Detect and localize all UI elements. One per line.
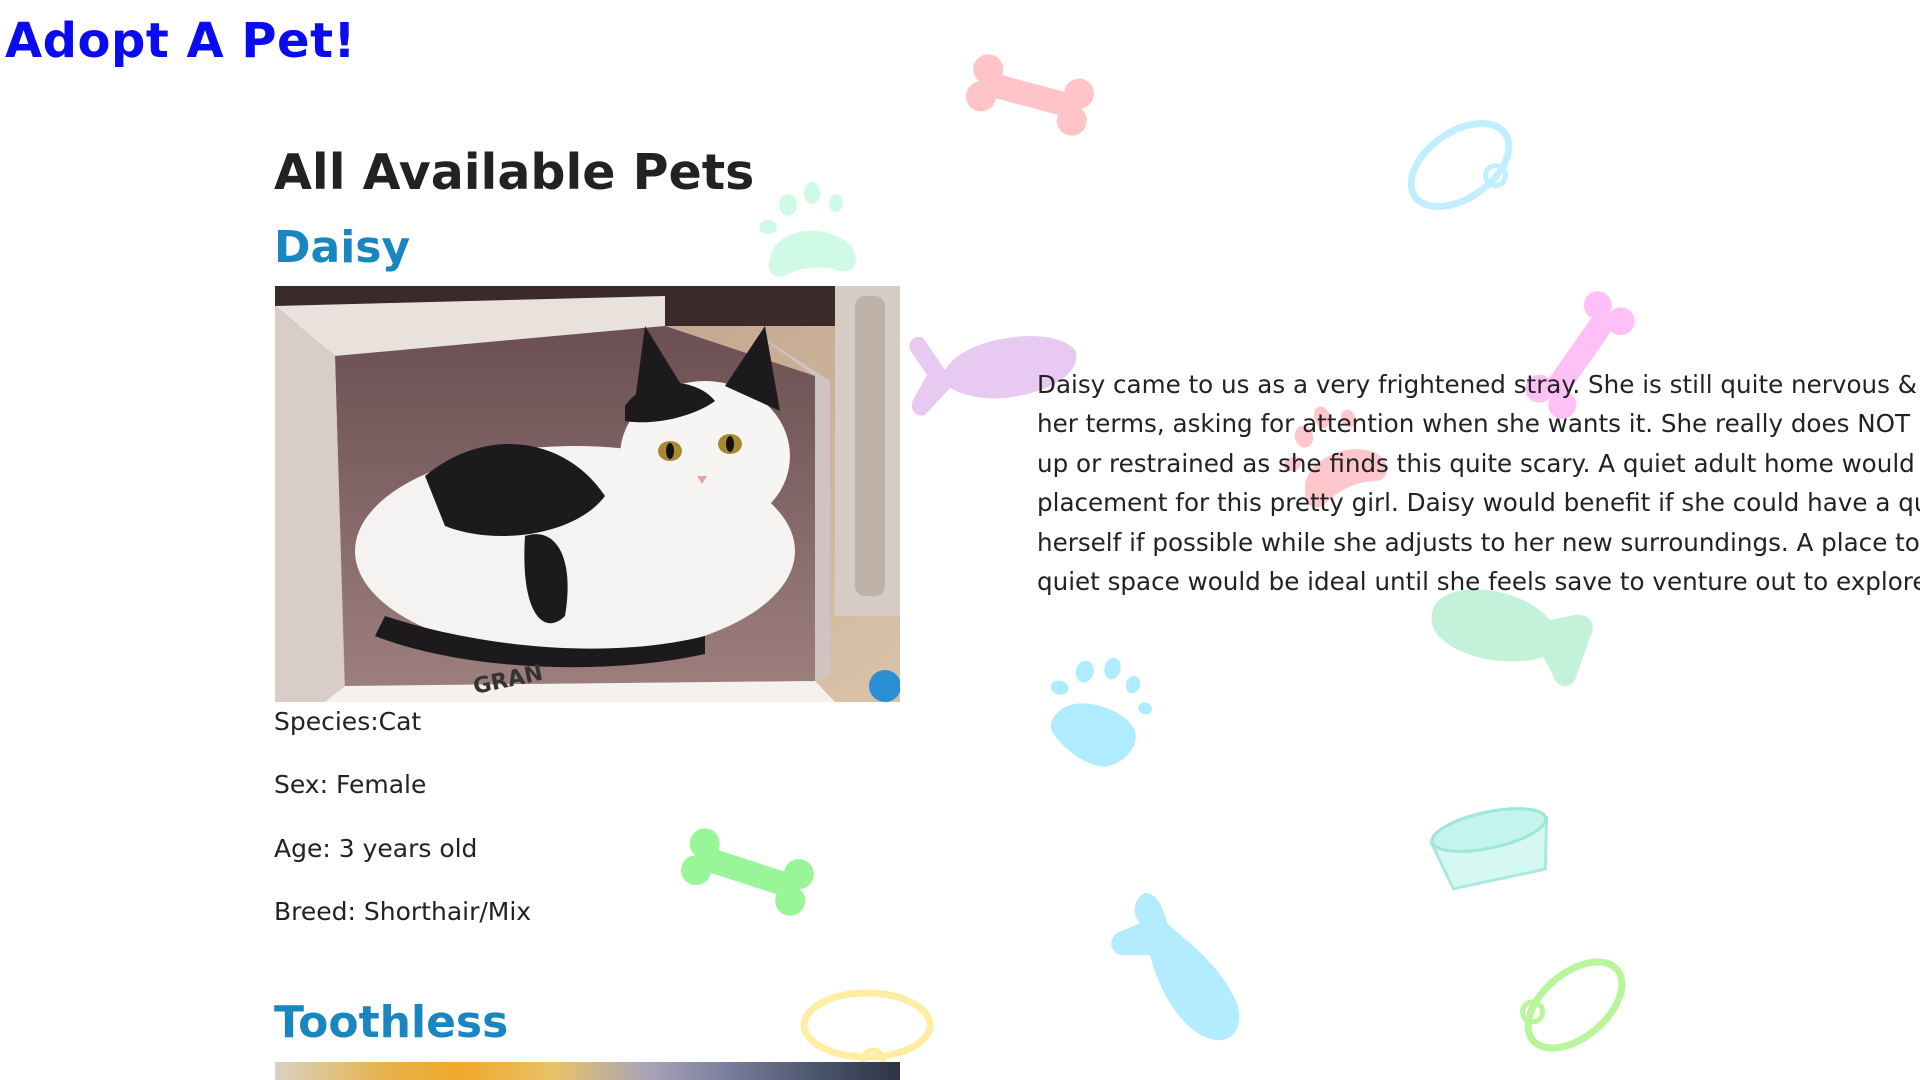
description-line: placement for this pretty girl. Daisy wo…: [1037, 488, 1920, 518]
pet-sex: Sex: Female: [274, 770, 427, 799]
pet-breed: Breed: Shorthair/Mix: [274, 897, 532, 926]
description-line: up or restrained as she finds this quite…: [1037, 448, 1920, 478]
fish-icon: [1111, 893, 1240, 1041]
bone-icon: [965, 54, 1095, 136]
pet-species: Species:Cat: [274, 707, 422, 736]
pet-photo: GRAN: [275, 286, 900, 702]
cat-in-box-image: GRAN: [275, 286, 900, 702]
pet-name: Toothless: [274, 997, 509, 1048]
description-line: herself if possible while she adjusts to…: [1037, 527, 1920, 557]
paw-print-icon: [1050, 657, 1153, 767]
page: Adopt A Pet! All Available Pets Daisy GR…: [0, 0, 1920, 1080]
pet-name: Daisy: [274, 222, 411, 273]
pet-age: Age: 3 years old: [274, 834, 478, 863]
bowl-icon: [1429, 807, 1549, 891]
site-title[interactable]: Adopt A Pet!: [5, 6, 356, 76]
paw-print-icon: [759, 182, 856, 277]
collar-icon: [1520, 958, 1626, 1052]
pet-photo: [275, 1062, 900, 1080]
description-line: quiet space would be ideal until she fee…: [1037, 567, 1920, 597]
pet-description: Daisy came to us as a very frightened st…: [1037, 365, 1920, 601]
description-line: Daisy came to us as a very frightened st…: [1037, 370, 1920, 399]
collar-icon: [1407, 119, 1513, 211]
bone-icon: [681, 828, 814, 916]
description-line: her terms, asking for attention when she…: [1037, 409, 1920, 439]
page-title: All Available Pets: [274, 144, 755, 201]
